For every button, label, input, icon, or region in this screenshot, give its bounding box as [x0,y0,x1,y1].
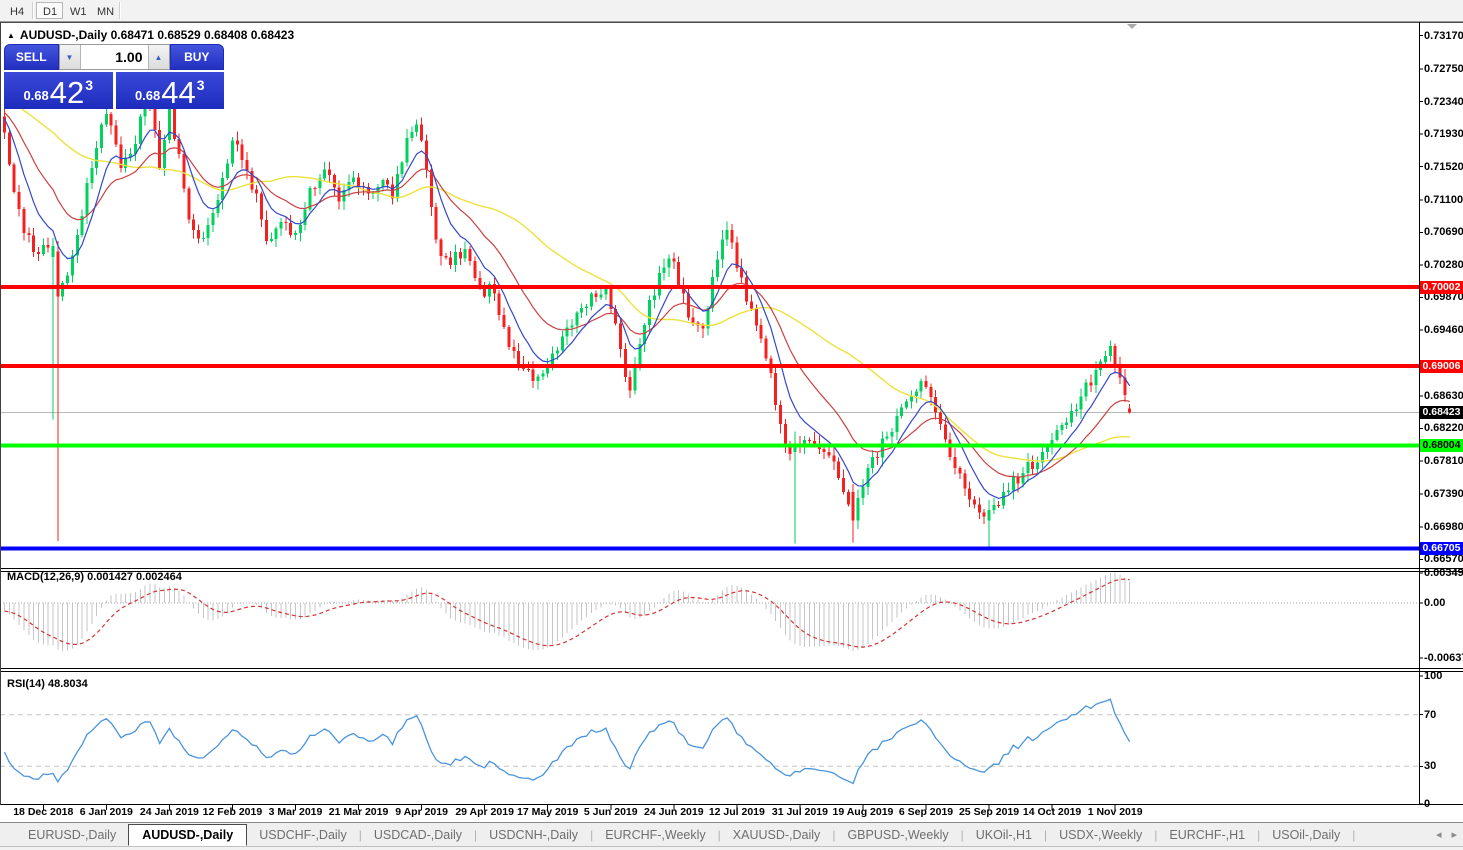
price-badge: 0.68004 [1420,439,1463,452]
toolbar-separator [119,2,121,19]
tab-usdcad-daily[interactable]: USDCAD-,Daily [362,825,474,845]
one-click-trading-panel: SELL ▼ ▲ BUY 0.68423 0.68443 [4,44,224,109]
tab-eurchf-weekly[interactable]: EURCHF-,Weekly [593,825,717,845]
sell-price-major: 0.68 [23,88,48,103]
date-label: 1 Nov 2019 [1073,806,1157,818]
sell-price-display[interactable]: 0.68423 [4,72,113,109]
price-badge: 0.70002 [1420,281,1463,294]
buy-button[interactable]: BUY [170,44,225,70]
volume-input[interactable] [81,45,148,69]
tab-usoil-daily[interactable]: USOil-,Daily [1260,825,1352,845]
rsi-scale-label: 0 [1424,798,1463,810]
macd-scale-label: 0.00349 [1424,567,1463,579]
buy-price-point: 3 [197,77,205,93]
macd-scale-label: -0.00637 [1424,652,1463,664]
chart-tabs: EURUSD-,DailyAUDUSD-,DailyUSDCHF-,Daily |… [0,823,1355,846]
tab-usdcnh-daily[interactable]: USDCNH-,Daily [477,825,590,845]
tab-scroll-controls: ◂ ▸ [1436,823,1457,846]
price-tick-label: 0.70280 [1424,259,1463,271]
buy-price-pips: 44 [161,79,195,107]
price-tick-label: 0.68630 [1424,390,1463,402]
timeframe-button-h4[interactable]: H4 [3,2,30,19]
price-tick-label: 0.69460 [1424,324,1463,336]
timeframe-toolbar: H4 D1W1MN [0,0,1463,22]
tab-eurusd-daily[interactable]: EURUSD-,Daily [16,825,128,845]
buy-price-display[interactable]: 0.68443 [116,72,225,109]
volume-increase-button[interactable]: ▲ [148,45,169,69]
rsi-scale-label: 70 [1424,709,1463,721]
rsi-scale-label: 30 [1424,760,1463,772]
sell-button[interactable]: SELL [4,44,59,70]
tab-usdchf-daily[interactable]: USDCHF-,Daily [247,825,359,845]
timeframe-button-w1[interactable]: W1 [63,2,90,19]
tab-xauusd-daily[interactable]: XAUUSD-,Daily [721,825,833,845]
price-tick-label: 0.73170 [1424,30,1463,42]
volume-decrease-button[interactable]: ▼ [60,45,81,69]
tab-eurchf-h1[interactable]: EURCHF-,H1 [1157,825,1257,845]
chevron-down-icon: ▼ [66,53,74,62]
timeframe-button-group: H4 D1W1MN [0,0,123,21]
price-tick-label: 0.71930 [1424,128,1463,140]
application-window: H4 D1W1MN ▲ AUDUSD-,Daily 0.68471 0.68529… [0,0,1463,850]
price-tick-label: 0.66570 [1424,553,1463,565]
price-tick-label: 0.72340 [1424,96,1463,108]
macd-scale-label: 0.00 [1424,597,1463,609]
price-tick-label: 0.66980 [1424,521,1463,533]
chart-tab-bar: EURUSD-,DailyAUDUSD-,DailyUSDCHF-,Daily |… [0,822,1463,847]
price-tick-label: 0.72750 [1424,63,1463,75]
macd-indicator-label: MACD(12,26,9) 0.001427 0.002464 [7,571,182,583]
sell-price-pips: 42 [50,79,84,107]
price-tick-label: 0.71100 [1424,194,1463,206]
price-tick-label: 0.67810 [1424,455,1463,467]
rsi-indicator-label: RSI(14) 48.8034 [7,678,88,690]
timeframe-button-mn[interactable]: MN [90,2,117,19]
tab-ukoil-h1[interactable]: UKOil-,H1 [964,825,1044,845]
symbol-header: ▲ AUDUSD-,Daily 0.68471 0.68529 0.68408 … [7,28,294,42]
chart-window: ▲ AUDUSD-,Daily 0.68471 0.68529 0.68408 … [0,22,1463,850]
chevron-up-icon: ▲ [155,53,163,62]
sell-price-point: 3 [85,77,93,93]
tab-scroll-left-icon[interactable]: ◂ [1436,828,1442,841]
price-badge: 0.69006 [1420,360,1463,373]
collapse-chart-icon[interactable]: ▲ [7,31,15,40]
volume-spinner: ▼ ▲ [59,44,170,70]
timeframe-button-d1[interactable]: D1 [36,2,63,19]
price-tick-label: 0.70690 [1424,226,1463,238]
price-badge: 0.66705 [1420,542,1463,555]
price-tick-label: 0.71520 [1424,161,1463,173]
price-tick-label: 0.67390 [1424,488,1463,500]
price-badge: 0.68423 [1420,406,1463,419]
tab-audusd-daily[interactable]: AUDUSD-,Daily [128,824,247,846]
symbol-title: AUDUSD-,Daily 0.68471 0.68529 0.68408 0.… [20,28,294,42]
price-tick-label: 0.68220 [1424,422,1463,434]
tab-scroll-right-icon[interactable]: ▸ [1451,828,1457,841]
tab-separator: | [1352,828,1355,842]
toolbar-separator [32,2,34,19]
tab-usdx-weekly[interactable]: USDX-,Weekly [1047,825,1154,845]
rsi-scale-label: 100 [1424,670,1463,682]
tab-gbpusd-weekly[interactable]: GBPUSD-,Weekly [835,825,960,845]
chart-plot-area[interactable] [0,23,1419,806]
buy-price-major: 0.68 [135,88,160,103]
